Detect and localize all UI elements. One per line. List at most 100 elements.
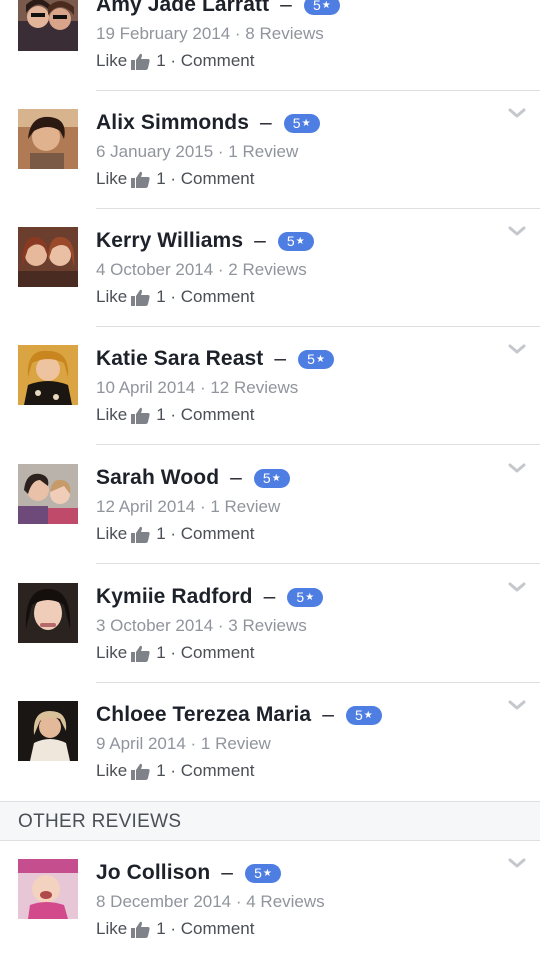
like-count: 1 — [156, 51, 166, 70]
reviewer-name-link[interactable]: Alix Simmonds — [96, 111, 249, 135]
like-count: 1 — [156, 405, 166, 424]
rating-value: 5 — [312, 0, 321, 13]
comment-button[interactable]: Comment — [181, 51, 255, 71]
review-meta[interactable]: 4 October 2014 · 2 Reviews — [96, 260, 307, 280]
star-icon: ★ — [305, 591, 315, 603]
thumbs-up-icon — [131, 289, 150, 306]
star-icon: ★ — [271, 472, 281, 484]
thumbs-up-icon — [131, 526, 150, 543]
review-meta[interactable]: 3 October 2014 · 3 Reviews — [96, 616, 307, 636]
like-count: 1 — [156, 169, 166, 188]
like-count: 1 — [156, 761, 166, 780]
chevron-down-icon[interactable] — [508, 462, 526, 474]
reviewer-photo — [18, 859, 78, 919]
review-item: Chloee Terezea Maria – 5 ★ 9 April 2014 ·… — [0, 683, 540, 801]
reviewer-name-link[interactable]: Sarah Wood — [96, 466, 219, 490]
comment-button[interactable]: Comment — [181, 643, 255, 663]
chevron-down-icon[interactable] — [508, 225, 526, 237]
thumbs-up-icon — [131, 763, 150, 780]
review-header: Sarah Wood – 5 ★ — [96, 463, 290, 493]
star-icon: ★ — [321, 0, 331, 11]
separator-dash: – — [254, 229, 266, 252]
review-item: Katie Sara Reast – 5 ★ 10 April 2014 · 12… — [0, 327, 540, 445]
reviewer-name-link[interactable]: Katie Sara Reast — [96, 347, 263, 371]
reviewer-avatar[interactable] — [18, 0, 78, 51]
review-actions: Like 1 · Comment — [96, 919, 254, 939]
rating-badge: 5 ★ — [253, 468, 290, 488]
comment-button[interactable]: Comment — [181, 287, 255, 307]
rating-value: 5 — [286, 232, 295, 249]
like-button[interactable]: Like — [96, 169, 127, 189]
chevron-down-icon[interactable] — [508, 857, 526, 869]
reviewer-avatar[interactable] — [18, 701, 78, 761]
like-button[interactable]: Like — [96, 919, 127, 939]
reviewer-avatar[interactable] — [18, 859, 78, 919]
section-title: OTHER REVIEWS — [18, 811, 182, 832]
review-header: Katie Sara Reast – 5 ★ — [96, 344, 335, 374]
reviewer-name-link[interactable]: Jo Collison — [96, 861, 210, 885]
reviewer-avatar[interactable] — [18, 583, 78, 643]
comment-button[interactable]: Comment — [181, 169, 255, 189]
like-button[interactable]: Like — [96, 405, 127, 425]
reviewer-photo — [18, 464, 78, 524]
separator-dash: – — [280, 0, 292, 16]
review-meta[interactable]: 8 December 2014 · 4 Reviews — [96, 892, 325, 912]
reviewer-name-link[interactable]: Chloee Terezea Maria — [96, 703, 311, 727]
like-button[interactable]: Like — [96, 524, 127, 544]
star-icon: ★ — [315, 353, 325, 365]
review-actions: Like 1 · Comment — [96, 643, 254, 663]
like-button[interactable]: Like — [96, 643, 127, 663]
rating-badge: 5 ★ — [283, 113, 320, 133]
review-header: Jo Collison – 5 ★ — [96, 858, 281, 888]
star-icon: ★ — [363, 709, 373, 721]
star-icon: ★ — [295, 235, 305, 247]
thumbs-up-icon — [131, 407, 150, 424]
reviewer-name-link[interactable]: Kerry Williams — [96, 229, 243, 253]
like-button[interactable]: Like — [96, 51, 127, 71]
review-meta[interactable]: 6 January 2015 · 1 Review — [96, 142, 298, 162]
comment-button[interactable]: Comment — [181, 919, 255, 939]
review-item: Jo Collison – 5 ★ 8 December 2014 · 4 Rev… — [0, 841, 540, 959]
rating-badge: 5 ★ — [303, 0, 340, 15]
chevron-down-icon[interactable] — [508, 107, 526, 119]
reviewer-photo — [18, 109, 78, 169]
separator-dash: – — [260, 111, 272, 134]
rating-badge: 5 ★ — [345, 705, 382, 725]
comment-button[interactable]: Comment — [181, 761, 255, 781]
reviewer-avatar[interactable] — [18, 345, 78, 405]
chevron-down-icon[interactable] — [508, 581, 526, 593]
rating-value: 5 — [262, 469, 271, 486]
reviewer-avatar[interactable] — [18, 109, 78, 169]
review-header: Kerry Williams – 5 ★ — [96, 226, 314, 256]
reviewer-photo — [18, 227, 78, 287]
like-count: 1 — [156, 524, 166, 543]
thumbs-up-icon — [131, 645, 150, 662]
review-meta[interactable]: 12 April 2014 · 1 Review — [96, 497, 280, 517]
review-meta[interactable]: 19 February 2014 · 8 Reviews — [96, 24, 324, 44]
reviewer-avatar[interactable] — [18, 464, 78, 524]
review-meta[interactable]: 9 April 2014 · 1 Review — [96, 734, 271, 754]
action-separator: · — [165, 51, 181, 70]
like-button[interactable]: Like — [96, 761, 127, 781]
reviewer-name-link[interactable]: Kymiie Radford — [96, 585, 253, 609]
reviewer-avatar[interactable] — [18, 227, 78, 287]
review-actions: Like 1 · Comment — [96, 287, 254, 307]
comment-button[interactable]: Comment — [181, 405, 255, 425]
review-item: Amy Jade Larratt – 5 ★ 19 February 2014 ·… — [0, 0, 540, 91]
rating-value: 5 — [254, 864, 262, 881]
action-separator: · — [165, 643, 181, 662]
action-separator: · — [165, 405, 181, 424]
chevron-down-icon[interactable] — [508, 699, 526, 711]
comment-button[interactable]: Comment — [181, 524, 255, 544]
separator-dash: – — [274, 347, 287, 370]
reviewer-photo — [18, 0, 78, 51]
like-button[interactable]: Like — [96, 287, 127, 307]
review-actions: Like 1 · Comment — [96, 761, 254, 781]
review-divider — [96, 563, 540, 564]
action-separator: · — [165, 761, 181, 780]
chevron-down-icon[interactable] — [508, 343, 526, 355]
review-meta[interactable]: 10 April 2014 · 12 Reviews — [96, 378, 298, 398]
action-separator: · — [165, 919, 181, 938]
reviewer-name-link[interactable]: Amy Jade Larratt — [96, 0, 269, 17]
review-item: Kerry Williams – 5 ★ 4 October 2014 · 2 R… — [0, 209, 540, 327]
